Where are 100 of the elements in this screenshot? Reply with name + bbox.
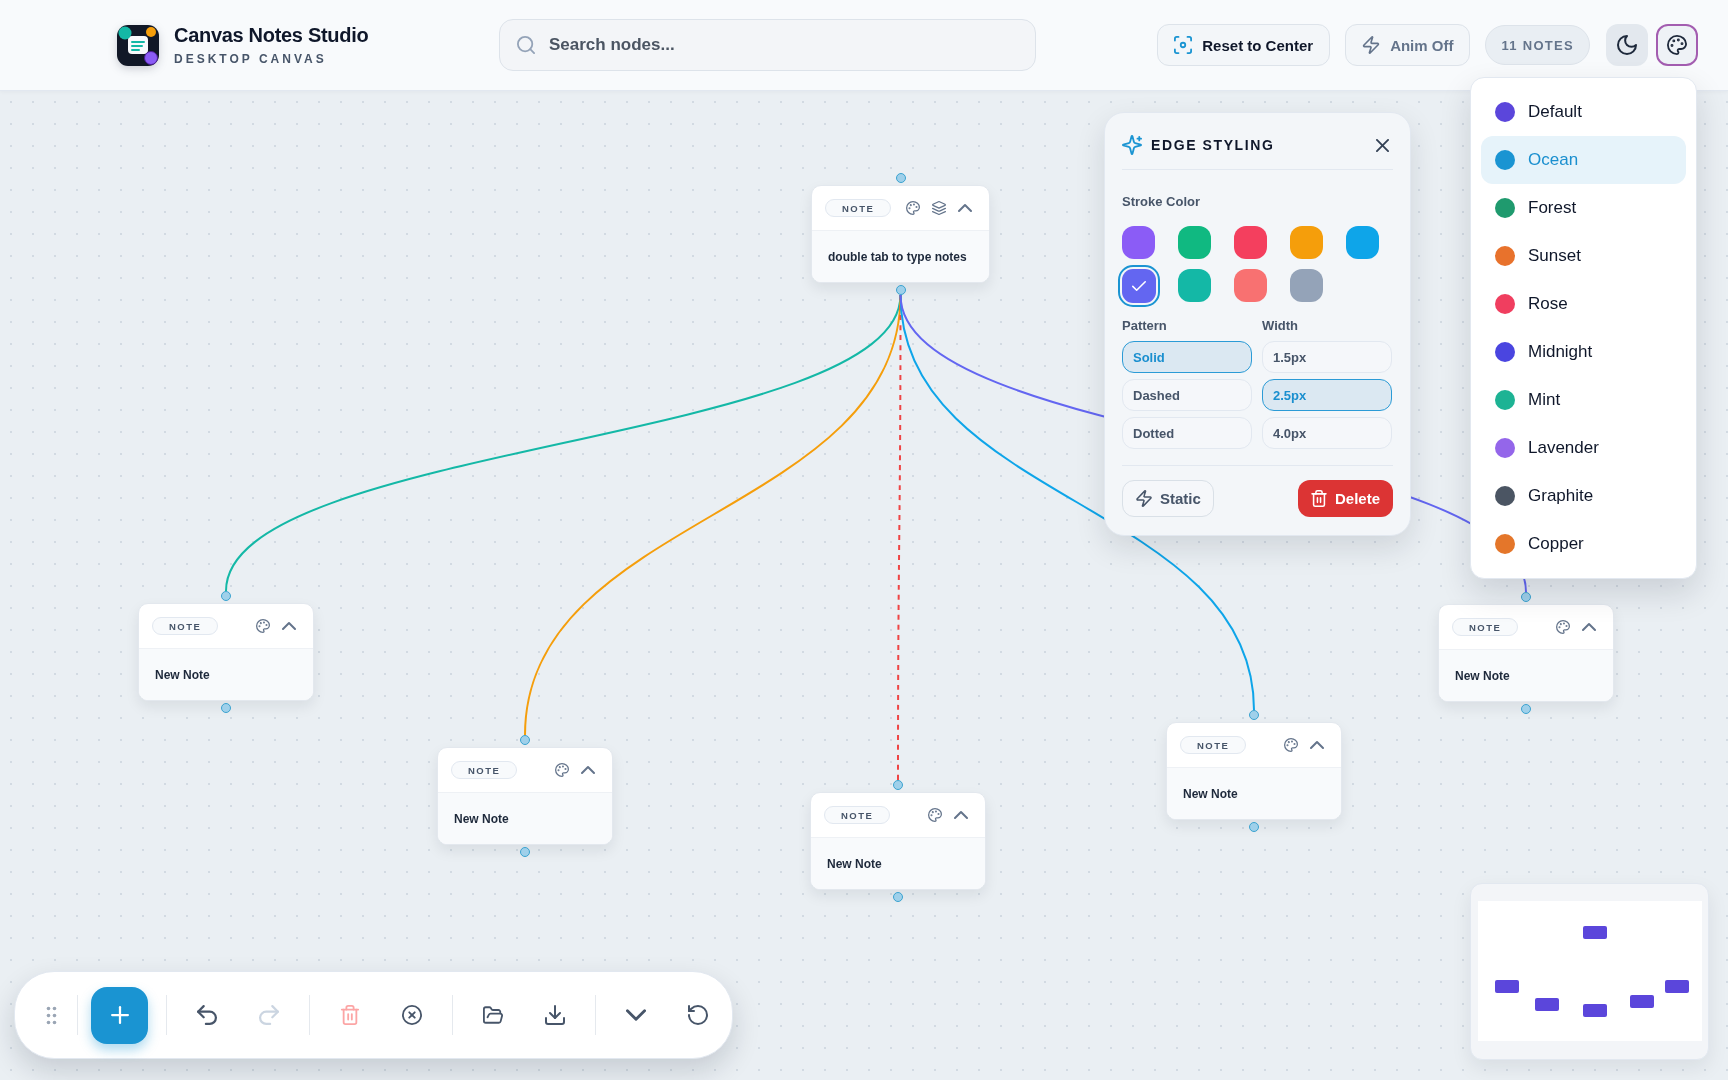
circle-x-icon[interactable] — [402, 1005, 422, 1025]
note-card[interactable]: NOTE New Note — [138, 603, 314, 701]
connection-handle[interactable] — [1249, 710, 1259, 720]
color-swatch[interactable] — [1290, 226, 1323, 259]
connection-handle[interactable] — [1521, 592, 1531, 602]
reset-center-button[interactable]: Reset to Center — [1157, 24, 1331, 66]
theme-menu-item[interactable]: Lavender — [1481, 424, 1686, 472]
connection-handle[interactable] — [1521, 704, 1531, 714]
section-label: Stroke Color — [1122, 194, 1201, 209]
theme-menu-item[interactable]: Rose — [1481, 280, 1686, 328]
theme-menu-item[interactable]: Forest — [1481, 184, 1686, 232]
note-tag: NOTE — [451, 761, 518, 779]
moon-icon — [1617, 35, 1637, 55]
connection-handle[interactable] — [893, 892, 903, 902]
delete-button[interactable]: Delete — [1297, 480, 1393, 517]
pattern-option[interactable]: Dashed — [1122, 379, 1252, 411]
note-text: New Note — [827, 856, 882, 871]
width-option[interactable]: 1.5px — [1262, 341, 1392, 373]
minimap-node — [1495, 980, 1519, 993]
folder-icon[interactable] — [483, 1005, 503, 1025]
focus-frame-icon — [1174, 36, 1193, 54]
note-text: New Note — [1455, 668, 1510, 683]
app-subtitle: DESKTOP CANVAS — [174, 52, 328, 66]
palette-icon[interactable] — [1556, 620, 1570, 634]
minimap-node — [1583, 926, 1607, 939]
download-icon[interactable] — [545, 1005, 565, 1025]
connection-handle[interactable] — [895, 173, 906, 183]
chevron-up-icon[interactable] — [282, 619, 296, 633]
connection-handle[interactable] — [893, 780, 903, 790]
color-swatch[interactable] — [1234, 269, 1267, 302]
grip-icon[interactable] — [46, 1005, 57, 1025]
layers-icon[interactable] — [932, 201, 946, 215]
rotate-icon[interactable] — [688, 1005, 708, 1025]
note-tag: NOTE — [825, 199, 892, 217]
connection-handle[interactable] — [520, 847, 530, 857]
color-swatch[interactable] — [1234, 226, 1267, 259]
connection-handle[interactable] — [221, 703, 231, 713]
minimap-node — [1583, 1004, 1607, 1017]
palette-icon[interactable] — [256, 619, 270, 633]
check-icon — [1131, 278, 1146, 293]
note-text: New Note — [454, 811, 509, 826]
theme-menu-item[interactable]: Sunset — [1481, 232, 1686, 280]
minimap[interactable] — [1470, 883, 1709, 1060]
connection-handle[interactable] — [895, 285, 906, 295]
lightning-icon — [1362, 36, 1381, 54]
chevron-up-icon[interactable] — [958, 201, 972, 215]
search-field[interactable]: Search nodes... — [499, 19, 1036, 71]
palette-icon[interactable] — [555, 763, 569, 777]
note-card[interactable]: NOTE New Note — [1166, 722, 1342, 820]
animation-button[interactable]: Anim Off — [1345, 24, 1471, 66]
theme-menu-item[interactable]: Mint — [1481, 376, 1686, 424]
theme-menu-item[interactable]: Graphite — [1481, 472, 1686, 520]
app-title: Canvas Notes Studio — [174, 24, 369, 47]
color-swatch[interactable] — [1117, 264, 1160, 307]
note-tag: NOTE — [1180, 736, 1247, 754]
pattern-option[interactable]: Dotted — [1122, 417, 1252, 449]
close-icon[interactable] — [1376, 138, 1389, 152]
theme-menu-item[interactable]: Copper — [1481, 520, 1686, 568]
note-tag: NOTE — [152, 617, 219, 635]
chevron-up-icon[interactable] — [581, 763, 595, 777]
trash-icon — [1310, 490, 1327, 507]
color-swatch[interactable] — [1178, 226, 1211, 259]
connection-handle[interactable] — [221, 591, 231, 601]
note-card[interactable]: NOTE New Note — [437, 747, 613, 845]
connector-line[interactable] — [897, 294, 902, 781]
palette-icon[interactable] — [906, 201, 920, 215]
palette-button[interactable] — [1656, 24, 1698, 66]
note-card[interactable]: NOTE New Note — [810, 792, 986, 890]
connection-handle[interactable] — [520, 735, 530, 745]
color-swatch[interactable] — [1122, 226, 1155, 259]
note-card[interactable]: NOTE double tab to type notes — [811, 185, 990, 283]
theme-menu-item[interactable]: Default — [1481, 88, 1686, 136]
minimap-node — [1630, 995, 1654, 1008]
lightning-icon — [1136, 490, 1152, 507]
undo-icon[interactable] — [197, 1005, 217, 1025]
color-swatch[interactable] — [1178, 269, 1211, 302]
chevron-up-icon[interactable] — [1310, 738, 1324, 752]
width-option[interactable]: 4.0px — [1262, 417, 1392, 449]
connection-handle[interactable] — [1249, 822, 1259, 832]
app-logo — [115, 22, 161, 68]
chevron-up-icon[interactable] — [1582, 620, 1596, 634]
palette-icon — [1667, 35, 1687, 55]
theme-toggle-button[interactable] — [1606, 24, 1648, 66]
add-button[interactable] — [91, 986, 148, 1044]
note-tag: NOTE — [1452, 618, 1519, 636]
sparkles-icon — [1122, 135, 1142, 155]
palette-icon[interactable] — [1284, 738, 1298, 752]
note-card[interactable]: NOTE New Note — [1438, 604, 1614, 702]
search-icon — [517, 36, 535, 54]
palette-icon[interactable] — [928, 808, 942, 822]
note-text: New Note — [155, 667, 210, 682]
note-text: double tab to type notes — [828, 249, 967, 264]
chevron-up-icon[interactable] — [954, 808, 968, 822]
note-tag: NOTE — [824, 806, 891, 824]
static-button[interactable]: Static — [1122, 480, 1214, 517]
minimap-node — [1665, 980, 1689, 993]
color-swatch[interactable] — [1346, 226, 1379, 259]
theme-menu-item[interactable]: Midnight — [1481, 328, 1686, 376]
color-swatch[interactable] — [1290, 269, 1323, 302]
panel-title: EDGE STYLING — [1151, 137, 1275, 153]
